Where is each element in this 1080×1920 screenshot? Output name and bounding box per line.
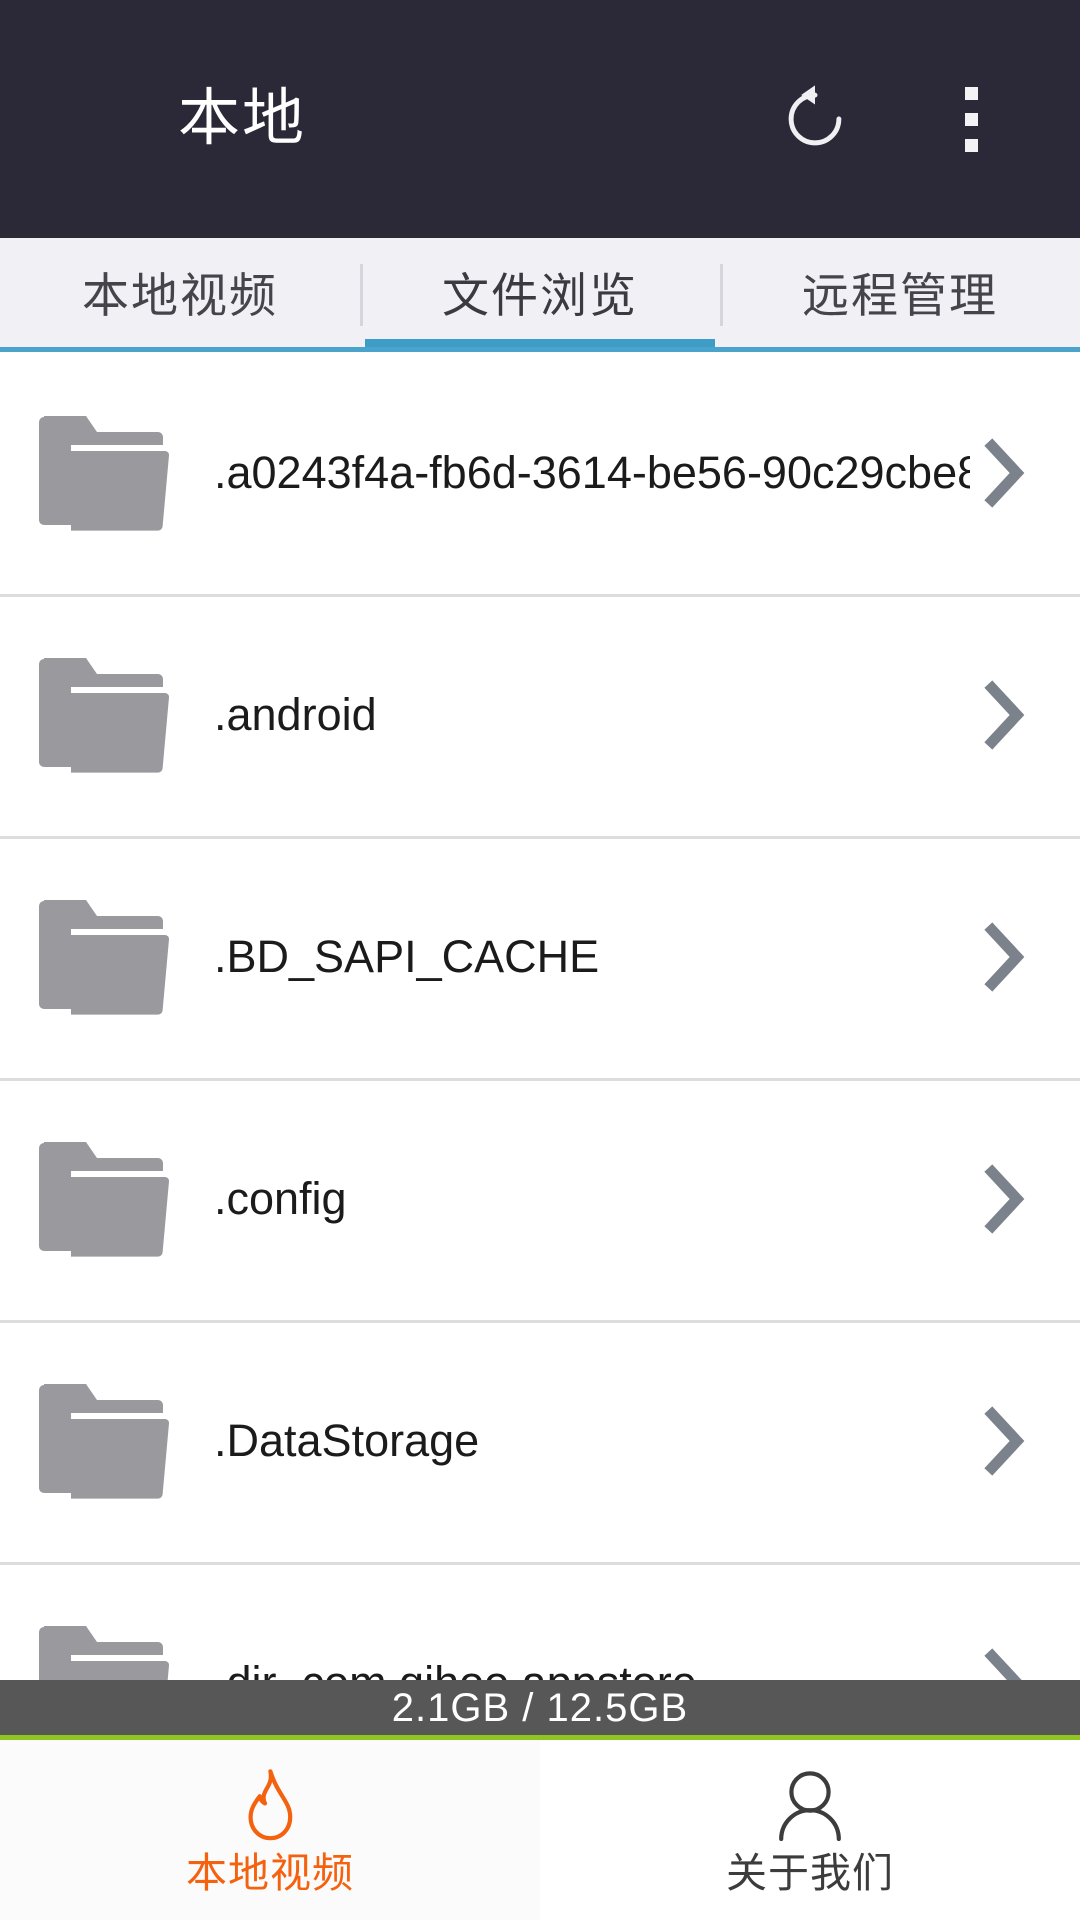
overflow-dot-bottom <box>964 138 978 152</box>
nav-label: 关于我们 <box>726 1849 894 1896</box>
table-row[interactable]: .DataStorage <box>0 1320 1080 1562</box>
tab-label: 本地视频 <box>82 268 278 322</box>
file-list[interactable]: .a0243f4a-fb6d-3614-be56-90c29cbe8c83 .a… <box>0 352 1080 1680</box>
bottom-navigation: 本地视频 关于我们 <box>0 1740 1080 1920</box>
overflow-dot-top <box>964 86 978 100</box>
flame-icon <box>234 1767 306 1841</box>
chevron-right-icon[interactable] <box>970 1401 1040 1481</box>
chevron-right-icon[interactable] <box>970 1159 1040 1239</box>
file-name: .a0243f4a-fb6d-3614-be56-90c29cbe8c83 <box>214 448 970 498</box>
tab-local-video[interactable]: 本地视频 <box>0 238 360 352</box>
file-name: .DataStorage <box>214 1416 480 1466</box>
table-row[interactable]: .android <box>0 594 1080 836</box>
app-bar-actions <box>772 76 1036 162</box>
file-name: .android <box>214 690 377 740</box>
nav-item-about-us[interactable]: 关于我们 <box>540 1740 1080 1920</box>
storage-status-bar: 2.1GB / 12.5GB <box>0 1680 1080 1735</box>
tab-bar: 本地视频 文件浏览 远程管理 <box>0 238 1080 352</box>
table-row[interactable]: .BD_SAPI_CACHE <box>0 836 1080 1078</box>
nav-item-local-video[interactable]: 本地视频 <box>0 1740 540 1920</box>
chevron-right-icon[interactable] <box>970 1643 1040 1680</box>
folder-icon <box>38 1620 174 1680</box>
overflow-dot-middle <box>964 112 978 126</box>
tab-remote-manage[interactable]: 远程管理 <box>720 238 1080 352</box>
tab-label: 文件浏览 <box>442 268 638 322</box>
refresh-button[interactable] <box>772 76 858 162</box>
page-title: 本地 <box>178 84 307 153</box>
table-row[interactable]: .dir_com.qihoo.appstore <box>0 1562 1080 1680</box>
file-name: .config <box>214 1174 347 1224</box>
table-row[interactable]: .a0243f4a-fb6d-3614-be56-90c29cbe8c83 <box>0 352 1080 594</box>
app-bar: 本地 <box>0 0 1080 238</box>
storage-usage-text: 2.1GB / 12.5GB <box>391 1685 689 1730</box>
chevron-right-icon[interactable] <box>970 675 1040 755</box>
folder-icon <box>38 410 174 536</box>
refresh-icon <box>778 82 852 156</box>
chevron-right-icon[interactable] <box>970 917 1040 997</box>
table-row[interactable]: .config <box>0 1078 1080 1320</box>
folder-icon <box>38 1136 174 1262</box>
person-icon <box>774 1767 846 1841</box>
tab-file-browse[interactable]: 文件浏览 <box>360 238 720 352</box>
nav-label: 本地视频 <box>186 1849 354 1896</box>
folder-icon <box>38 1378 174 1504</box>
chevron-right-icon[interactable] <box>970 433 1040 513</box>
file-name: .dir_com.qihoo.appstore <box>214 1658 970 1680</box>
folder-icon <box>38 652 174 778</box>
overflow-menu-button[interactable] <box>928 76 1014 162</box>
folder-icon <box>38 894 174 1020</box>
file-name: .BD_SAPI_CACHE <box>214 932 600 982</box>
tab-label: 远程管理 <box>802 268 998 322</box>
